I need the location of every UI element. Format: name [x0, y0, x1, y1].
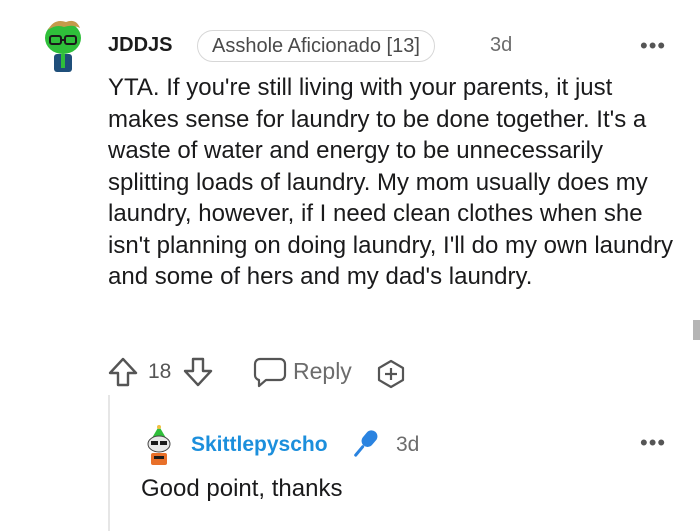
- more-options-icon[interactable]: •••: [640, 430, 666, 456]
- upvote-icon[interactable]: [106, 355, 140, 389]
- downvote-icon[interactable]: [181, 355, 215, 389]
- avatar[interactable]: [36, 16, 90, 76]
- user-flair: Asshole Aficionado [13]: [197, 30, 435, 62]
- comment-body: YTA. If you're still living with your pa…: [108, 74, 674, 290]
- vote-count: 18: [148, 360, 172, 383]
- more-options-icon[interactable]: •••: [640, 33, 666, 59]
- reply-icon[interactable]: [252, 355, 288, 394]
- avatar[interactable]: [142, 424, 176, 468]
- comment-timestamp: 3d: [490, 34, 513, 56]
- thread-line[interactable]: [108, 395, 110, 531]
- scrollbar[interactable]: [693, 320, 700, 340]
- reply-body: Good point, thanks: [141, 475, 343, 502]
- reply-button[interactable]: Reply: [293, 358, 352, 385]
- microphone-icon: [348, 426, 382, 467]
- comment-username[interactable]: JDDJS: [108, 34, 172, 57]
- reply-username[interactable]: Skittlepyscho: [191, 433, 328, 457]
- award-icon[interactable]: [376, 359, 406, 394]
- reply-timestamp: 3d: [396, 433, 420, 456]
